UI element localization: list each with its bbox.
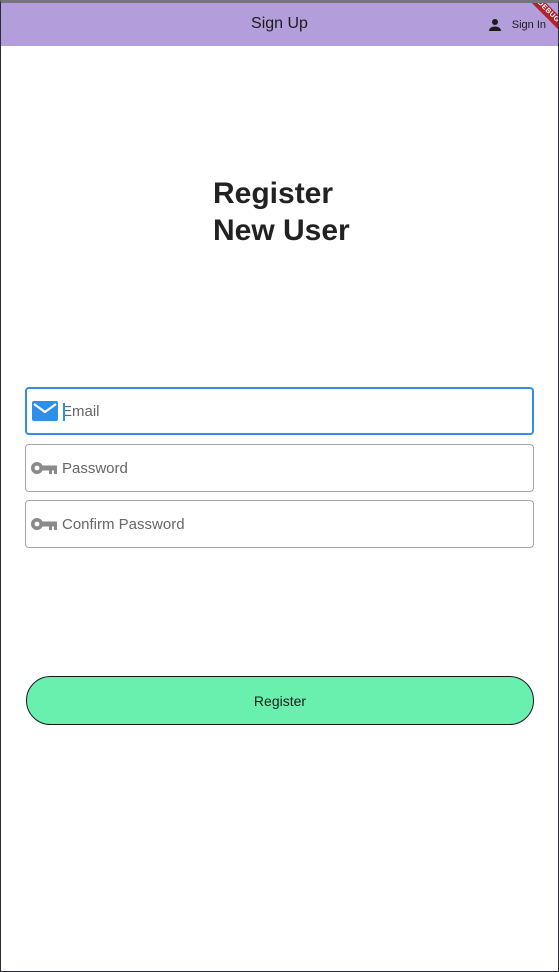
app-bar-title: Sign Up <box>251 15 308 32</box>
text-caret <box>63 403 65 421</box>
email-field[interactable] <box>25 387 534 435</box>
page-title: Register New User <box>213 175 350 249</box>
email-input[interactable] <box>62 389 522 433</box>
sign-in-label: Sign In <box>511 19 546 31</box>
confirm-password-field[interactable] <box>25 500 534 548</box>
app-bar: Sign Up Sign In <box>1 3 558 46</box>
page-title-line-2: New User <box>213 214 350 247</box>
page-title-line-1: Register <box>213 177 334 210</box>
person-icon <box>488 19 501 31</box>
sign-in-button[interactable]: Sign In <box>486 16 546 34</box>
mail-icon <box>32 401 58 421</box>
password-field[interactable] <box>25 444 534 492</box>
password-input[interactable] <box>62 445 522 491</box>
key-icon <box>31 462 57 474</box>
confirm-password-input[interactable] <box>62 501 522 547</box>
screen: Sign Up Sign In DEBUG Register New User <box>0 0 559 972</box>
key-icon <box>31 518 57 530</box>
register-button[interactable]: Register <box>26 676 534 725</box>
